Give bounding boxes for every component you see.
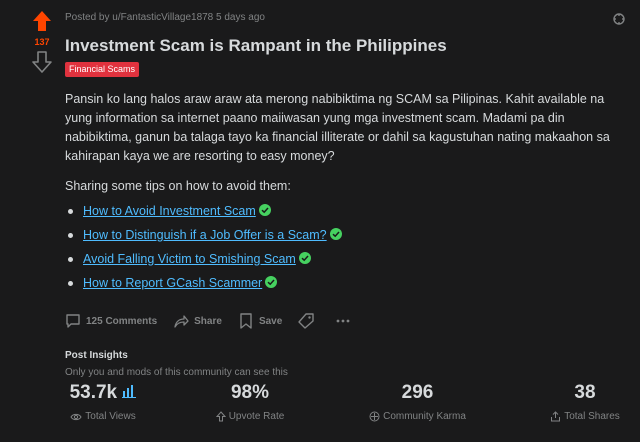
verified-check-icon	[329, 228, 342, 240]
share-icon	[174, 315, 189, 328]
stat-label: Community Karma	[383, 411, 466, 422]
ellipsis-icon	[336, 319, 350, 323]
list-item: Avoid Falling Victim to Smishing Scam	[65, 247, 626, 271]
vote-score: 137	[34, 37, 50, 47]
bullet-icon	[68, 209, 73, 214]
stat-label: Total Views	[85, 411, 136, 422]
share-label: Share	[194, 315, 222, 327]
stat-value: 53.7k	[69, 382, 118, 403]
stat-total-views: 53.7k Total Views	[63, 382, 143, 422]
bullet-icon	[68, 257, 73, 262]
list-item: How to Distinguish if a Job Offer is a S…	[65, 223, 626, 247]
verified-check-icon	[265, 276, 278, 288]
stat-value: 296	[401, 382, 434, 403]
list-item: How to Avoid Investment Scam	[65, 199, 626, 223]
stat-upvote-rate: 98% Upvote Rate	[205, 382, 295, 422]
stat-value: 38	[574, 382, 596, 403]
save-button[interactable]: Save	[238, 313, 282, 329]
insights-title: Post Insights	[65, 350, 128, 361]
comment-icon	[66, 314, 80, 328]
stat-label: Total Shares	[564, 411, 620, 422]
stat-community-karma: 296 Community Karma	[360, 382, 475, 422]
bookmark-icon	[240, 313, 252, 329]
tip-link[interactable]: How to Avoid Investment Scam	[83, 204, 256, 218]
upvote-outline-icon	[215, 411, 226, 422]
stat-label: Upvote Rate	[228, 411, 285, 422]
list-item: How to Report GCash Scammer	[65, 271, 626, 295]
tag-icon	[298, 313, 314, 329]
eye-icon	[70, 413, 82, 420]
post-title[interactable]: Investment Scam is Rampant in the Philip…	[65, 36, 626, 56]
vote-column: 137	[28, 10, 56, 73]
post-meta: Posted by u/FantasticVillage1878 5 days …	[65, 12, 265, 23]
upvote-arrow-icon[interactable]	[32, 10, 52, 32]
post-body: Pansin ko lang halos araw araw ata meron…	[65, 92, 610, 163]
tips-list: How to Avoid Investment Scam How to Dist…	[65, 199, 626, 295]
comments-button[interactable]: 125 Comments	[65, 313, 157, 329]
insights-stats: 53.7k Total Views 98% Upvote Rate 296 Co…	[65, 382, 630, 426]
tag-button[interactable]	[298, 313, 319, 329]
post-actions: 125 Comments Share Save	[65, 309, 626, 333]
stat-total-shares: 38 Total Shares	[545, 382, 625, 422]
insights-subtitle: Only you and mods of this community can …	[65, 367, 288, 378]
post-content: Posted by u/FantasticVillage1878 5 days …	[65, 12, 626, 378]
tip-link[interactable]: Avoid Falling Victim to Smishing Scam	[83, 252, 296, 266]
bullet-icon	[68, 233, 73, 238]
post-flair[interactable]: Financial Scams	[65, 62, 140, 77]
bar-chart-icon[interactable]	[122, 384, 137, 398]
more-actions-button[interactable]	[335, 313, 356, 329]
karma-icon	[369, 411, 380, 422]
tip-link[interactable]: How to Report GCash Scammer	[83, 276, 262, 290]
comments-label: 125 Comments	[86, 315, 158, 327]
tip-link[interactable]: How to Distinguish if a Job Offer is a S…	[83, 228, 327, 242]
share-button[interactable]: Share	[173, 313, 222, 329]
downvote-arrow-icon[interactable]	[32, 51, 52, 73]
stat-value: 98%	[230, 382, 270, 403]
tips-heading: Sharing some tips on how to avoid them:	[65, 179, 291, 193]
share-up-icon	[551, 411, 561, 422]
bullet-icon	[68, 281, 73, 286]
save-label: Save	[258, 315, 283, 327]
verified-check-icon	[298, 252, 311, 264]
verified-check-icon	[258, 204, 271, 216]
